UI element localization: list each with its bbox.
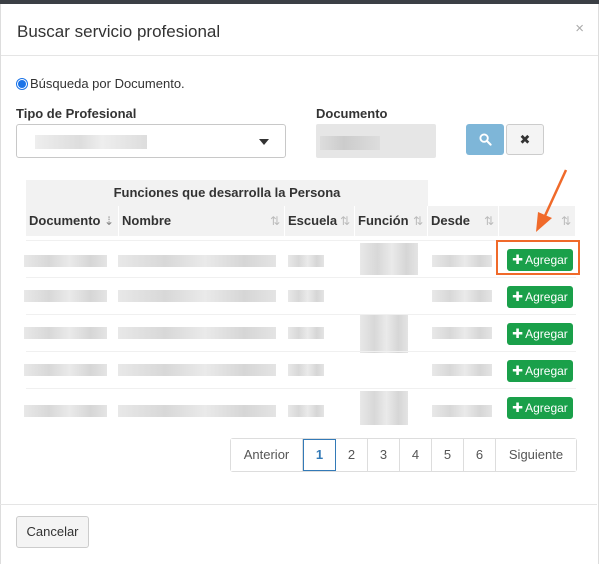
redacted-cell bbox=[24, 364, 107, 376]
group-header: Funciones que desarrolla la Persona bbox=[26, 180, 428, 206]
redacted-cell bbox=[118, 255, 276, 267]
plus-icon: ✚ bbox=[512, 400, 524, 415]
plus-icon: ✚ bbox=[512, 326, 524, 341]
redacted-cell bbox=[288, 255, 324, 267]
times-icon: ✖ bbox=[519, 131, 531, 147]
clear-button[interactable]: ✖ bbox=[506, 124, 544, 155]
column-label: Escuela bbox=[288, 213, 338, 228]
modal-header: Buscar servicio profesional × bbox=[1, 4, 598, 56]
footer-divider bbox=[0, 504, 597, 505]
sort-icon: ⇅ bbox=[412, 214, 423, 228]
pagination-page-3[interactable]: 3 bbox=[368, 439, 400, 471]
cancel-button[interactable]: Cancelar bbox=[16, 516, 89, 548]
results-table: Funciones que desarrolla la Persona Docu… bbox=[24, 180, 576, 426]
pagination-page-4[interactable]: 4 bbox=[400, 439, 432, 471]
redacted-cell bbox=[288, 364, 324, 376]
arrow-annotation bbox=[536, 169, 568, 232]
redacted-cell bbox=[432, 290, 492, 302]
pagination-page-1[interactable]: 1 bbox=[303, 439, 336, 471]
search-button[interactable] bbox=[466, 124, 504, 155]
search-mode-option[interactable]: Búsqueda por Documento. bbox=[16, 76, 185, 91]
pagination-page-6[interactable]: 6 bbox=[464, 439, 496, 471]
add-button[interactable]: ✚ Agregar bbox=[507, 360, 573, 382]
pagination: Anterior 1 2 3 4 5 6 Siguiente bbox=[230, 438, 577, 472]
redacted-value bbox=[35, 135, 147, 149]
column-label: Documento bbox=[29, 213, 101, 228]
sort-icon: ⇅ bbox=[269, 214, 280, 228]
redacted-cell bbox=[432, 327, 492, 339]
column-header-nombre[interactable]: Nombre ⇅ bbox=[119, 206, 285, 236]
search-icon bbox=[478, 133, 492, 146]
modal-title: Buscar servicio profesional bbox=[17, 22, 221, 41]
redacted-cell bbox=[288, 290, 324, 302]
search-mode-label: Búsqueda por Documento. bbox=[30, 76, 185, 91]
column-header-desde[interactable]: Desde ⇅ bbox=[428, 206, 499, 236]
redacted-cell bbox=[24, 327, 107, 339]
redacted-cell bbox=[118, 290, 276, 302]
sort-icon: ⇣ bbox=[103, 214, 114, 228]
table-row: ✚ Agregar bbox=[24, 351, 576, 388]
redacted-value bbox=[320, 136, 380, 150]
caret-down-icon bbox=[259, 139, 269, 145]
column-label: Función bbox=[358, 213, 409, 228]
redacted-cell bbox=[24, 255, 107, 267]
add-button[interactable]: ✚ Agregar bbox=[507, 397, 573, 419]
add-button[interactable]: ✚ Agregar bbox=[507, 323, 573, 345]
column-label: Nombre bbox=[122, 213, 172, 228]
plus-icon: ✚ bbox=[512, 363, 524, 378]
redacted-cell bbox=[432, 255, 492, 267]
redacted-cell bbox=[360, 315, 408, 353]
pagination-page-5[interactable]: 5 bbox=[432, 439, 464, 471]
column-header-funcion[interactable]: Función ⇅ bbox=[355, 206, 428, 236]
redacted-cell bbox=[360, 243, 418, 275]
documento-label: Documento bbox=[316, 106, 388, 121]
redacted-cell bbox=[24, 405, 107, 417]
highlight-box bbox=[496, 240, 580, 275]
add-button-label: Agregar bbox=[525, 327, 568, 341]
table-row: ✚ Agregar bbox=[24, 314, 576, 353]
redacted-cell bbox=[288, 405, 324, 417]
table-row: ✚ Agregar bbox=[24, 388, 576, 425]
add-button-label: Agregar bbox=[525, 401, 568, 415]
redacted-cell bbox=[118, 364, 276, 376]
sort-icon: ⇅ bbox=[483, 214, 494, 228]
tipo-profesional-label: Tipo de Profesional bbox=[16, 106, 137, 121]
redacted-cell bbox=[118, 327, 276, 339]
column-label: Desde bbox=[431, 213, 471, 228]
add-button-label: Agregar bbox=[525, 364, 568, 378]
column-header-escuela[interactable]: Escuela ⇅ bbox=[285, 206, 355, 236]
close-icon[interactable]: × bbox=[575, 20, 584, 37]
redacted-cell bbox=[288, 327, 324, 339]
pagination-page-2[interactable]: 2 bbox=[336, 439, 368, 471]
documento-input[interactable] bbox=[316, 124, 436, 158]
table-row: ✚ Agregar bbox=[24, 240, 576, 277]
redacted-cell bbox=[24, 290, 107, 302]
pagination-next[interactable]: Siguiente bbox=[496, 439, 576, 471]
radio-button-selected[interactable] bbox=[16, 77, 28, 90]
plus-icon: ✚ bbox=[512, 289, 524, 304]
sort-icon: ⇅ bbox=[339, 214, 350, 228]
column-header-documento[interactable]: Documento ⇣ bbox=[26, 206, 119, 236]
pagination-prev[interactable]: Anterior bbox=[231, 439, 303, 471]
table-row: ✚ Agregar bbox=[24, 277, 576, 314]
add-button[interactable]: ✚ Agregar bbox=[507, 286, 573, 308]
redacted-cell bbox=[432, 364, 492, 376]
redacted-cell bbox=[360, 391, 408, 425]
redacted-cell bbox=[118, 405, 276, 417]
add-button-label: Agregar bbox=[525, 290, 568, 304]
tipo-profesional-select[interactable] bbox=[16, 124, 286, 158]
redacted-cell bbox=[432, 405, 492, 417]
